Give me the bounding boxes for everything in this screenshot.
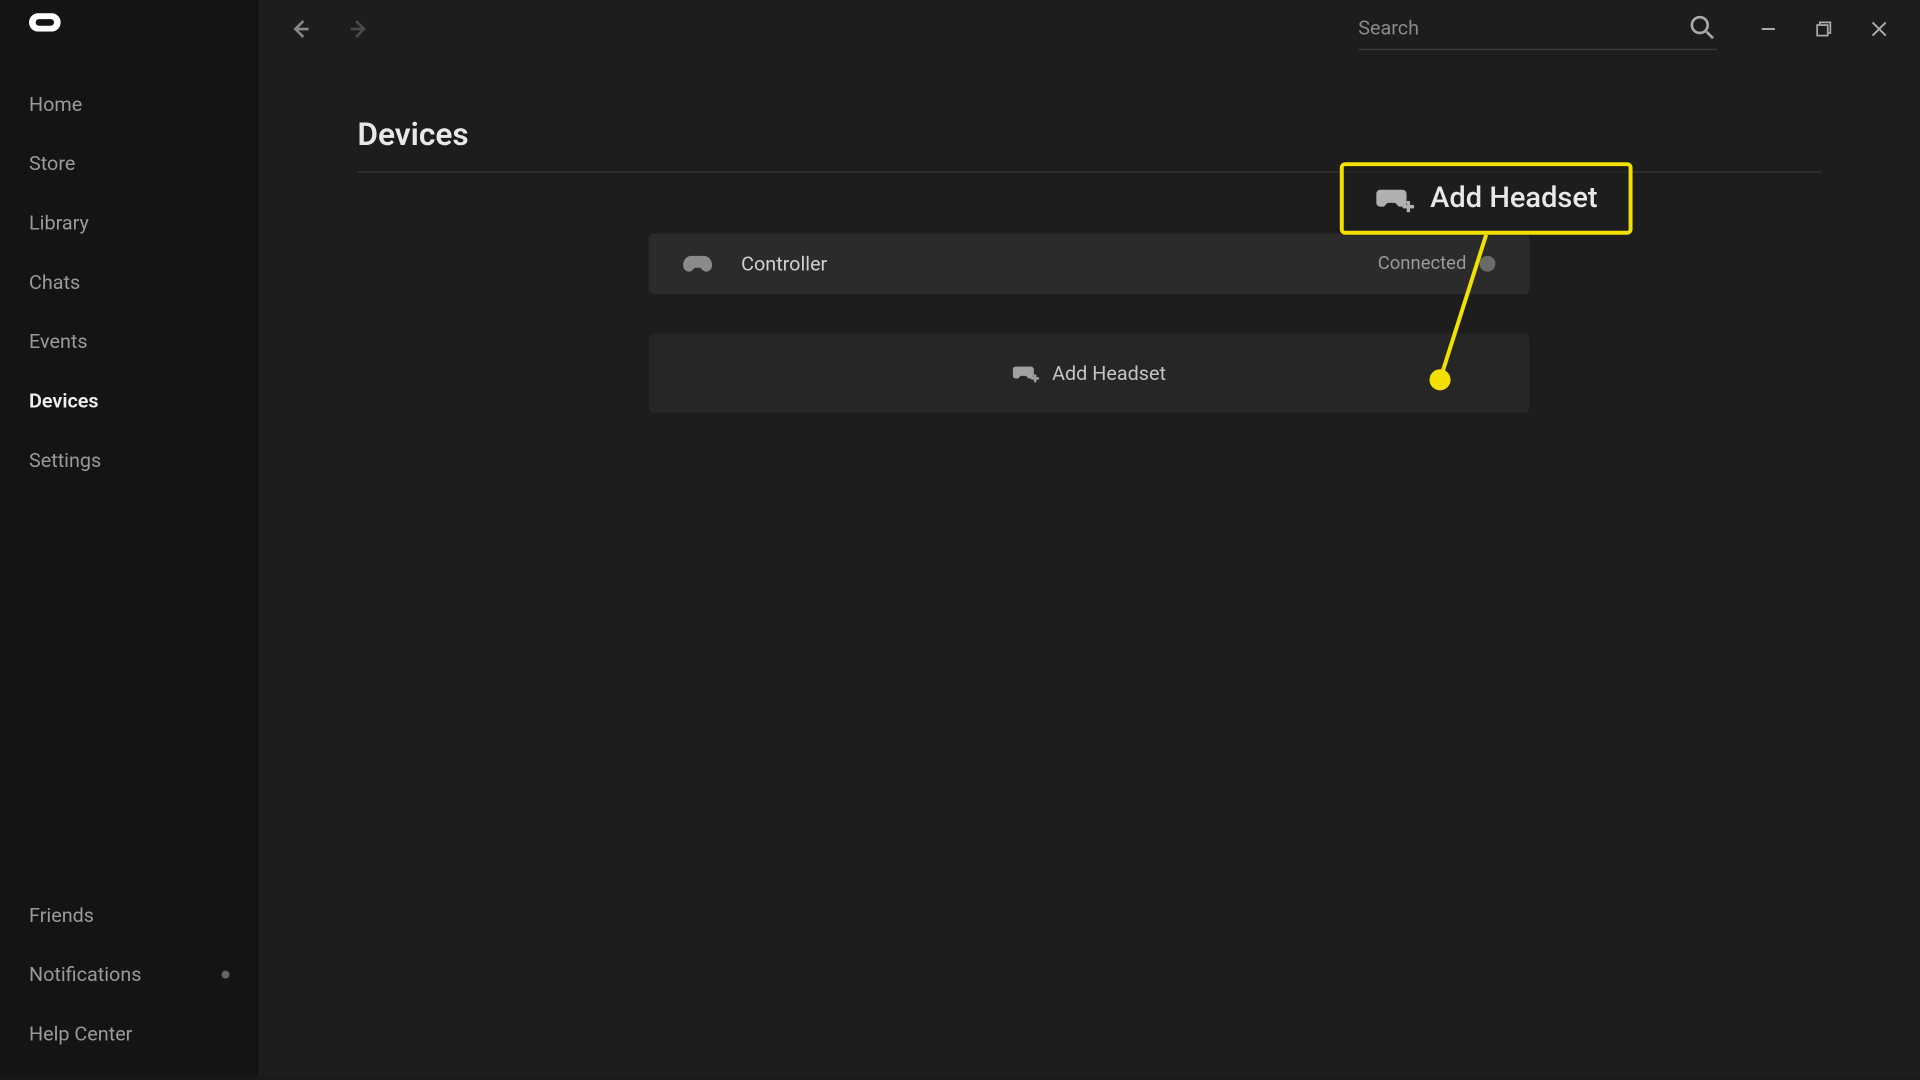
sidebar-item-events[interactable]: Events bbox=[0, 311, 258, 370]
status-dot-icon bbox=[1480, 256, 1496, 272]
sidebar-item-library[interactable]: Library bbox=[0, 193, 258, 252]
device-label: Controller bbox=[741, 252, 827, 276]
close-icon bbox=[1871, 21, 1887, 37]
device-status-text: Connected bbox=[1378, 253, 1467, 274]
device-status: Connected bbox=[1378, 253, 1496, 274]
sidebar-item-friends[interactable]: Friends bbox=[0, 885, 258, 944]
sidebar-item-label: Devices bbox=[29, 388, 99, 412]
sidebar-item-help-center[interactable]: Help Center bbox=[0, 1004, 258, 1063]
maximize-button[interactable] bbox=[1796, 11, 1851, 48]
minimize-button[interactable] bbox=[1741, 11, 1796, 48]
search-icon[interactable] bbox=[1688, 13, 1717, 42]
sidebar-item-label: Events bbox=[29, 329, 88, 353]
sidebar-item-label: Notifications bbox=[29, 962, 141, 986]
maximize-icon bbox=[1816, 21, 1832, 37]
search-field[interactable] bbox=[1358, 8, 1717, 50]
minimize-icon bbox=[1760, 21, 1776, 37]
main-area: Devices Controller Connected bbox=[258, 0, 1920, 1076]
device-row-controller[interactable]: Controller Connected bbox=[649, 233, 1530, 294]
sidebar-item-devices[interactable]: Devices bbox=[0, 371, 258, 430]
forward-button[interactable] bbox=[340, 11, 377, 48]
topbar bbox=[258, 0, 1920, 58]
sidebar-item-home[interactable]: Home bbox=[0, 74, 258, 133]
close-button[interactable] bbox=[1851, 11, 1906, 48]
sidebar-item-notifications[interactable]: Notifications bbox=[0, 944, 258, 1003]
arrow-left-icon bbox=[289, 17, 313, 41]
add-headset-label: Add Headset bbox=[1052, 361, 1166, 385]
sidebar: Home Store Library Chats Events Devices … bbox=[0, 0, 258, 1076]
sidebar-item-label: Library bbox=[29, 210, 89, 234]
page-title: Devices bbox=[357, 116, 1821, 173]
sidebar-item-label: Settings bbox=[29, 448, 101, 472]
sidebar-item-label: Help Center bbox=[29, 1021, 132, 1045]
add-headset-button[interactable]: Add Headset bbox=[649, 334, 1530, 413]
sidebar-item-label: Store bbox=[29, 151, 75, 175]
sidebar-item-label: Friends bbox=[29, 903, 94, 927]
arrow-right-icon bbox=[347, 17, 371, 41]
headset-add-icon bbox=[1013, 364, 1039, 382]
sidebar-item-store[interactable]: Store bbox=[0, 133, 258, 192]
app-logo bbox=[0, 0, 258, 58]
search-input[interactable] bbox=[1358, 15, 1688, 39]
sidebar-item-settings[interactable]: Settings bbox=[0, 430, 258, 489]
controller-icon bbox=[683, 253, 712, 274]
notification-dot-icon bbox=[222, 970, 230, 978]
sidebar-item-chats[interactable]: Chats bbox=[0, 252, 258, 311]
sidebar-item-label: Home bbox=[29, 92, 82, 116]
sidebar-item-label: Chats bbox=[29, 270, 80, 294]
oculus-icon bbox=[29, 13, 61, 31]
back-button[interactable] bbox=[282, 11, 319, 48]
